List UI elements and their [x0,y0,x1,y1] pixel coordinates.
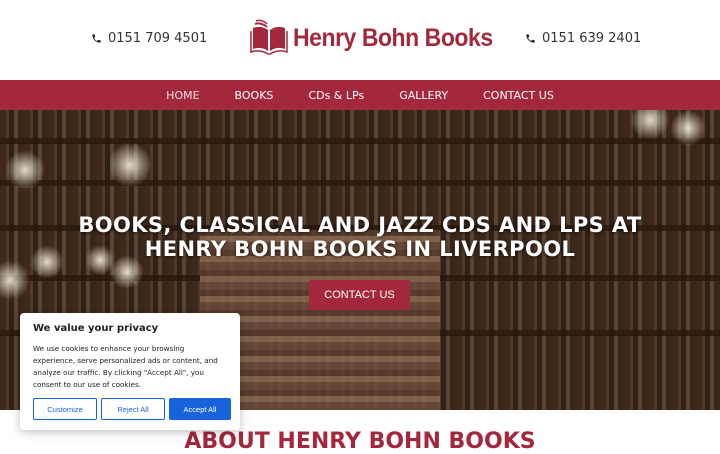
nav-gallery[interactable]: GALLERY [399,89,448,102]
lamp-glow [5,150,45,190]
logo-text: Henry Bohn Books [293,23,493,52]
shelf-line [0,138,720,144]
about-heading: ABOUT HENRY BOHN BOOKS [184,429,536,454]
phone-left[interactable]: 0151 709 4501 [91,31,207,46]
cookie-accept-button[interactable]: Accept All [169,398,231,420]
cookie-consent-banner: We value your privacy We use cookies to … [20,313,240,430]
phone-right-number: 0151 639 2401 [542,31,642,46]
cookie-customize-button[interactable]: Customize [33,398,97,420]
nav-contact-us[interactable]: CONTACT US [483,89,554,102]
phone-icon [91,33,102,44]
lamp-glow [110,140,150,190]
nav-cds-lps[interactable]: CDs & LPs [308,89,364,102]
cookie-title: We value your privacy [33,323,159,334]
site-logo[interactable]: Henry Bohn Books [249,18,510,58]
nav-home[interactable]: HOME [166,89,199,102]
hero-title: BOOKS, CLASSICAL AND JAZZ CDS AND LPS AT… [78,213,642,261]
open-book-icon [249,18,289,58]
phone-left-number: 0151 709 4501 [108,31,208,46]
site-header: 0151 709 4501 Henry Bohn Books 0151 639 … [0,0,720,80]
cookie-description: We use cookies to enhance your browsing … [33,344,218,389]
nav-books[interactable]: BOOKS [235,89,274,102]
phone-icon [525,33,536,44]
shelf-line [0,180,720,186]
cookie-button-row: Customize Reject All Accept All [33,398,231,420]
lamp-glow [0,260,30,300]
lamp-glow [630,110,670,140]
hero-contact-button[interactable]: CONTACT US [309,280,410,310]
cookie-reject-button[interactable]: Reject All [101,398,165,420]
phone-right[interactable]: 0151 639 2401 [525,31,641,46]
lamp-glow [670,110,706,146]
main-nav: HOME BOOKS CDs & LPs GALLERY CONTACT US [0,80,720,110]
